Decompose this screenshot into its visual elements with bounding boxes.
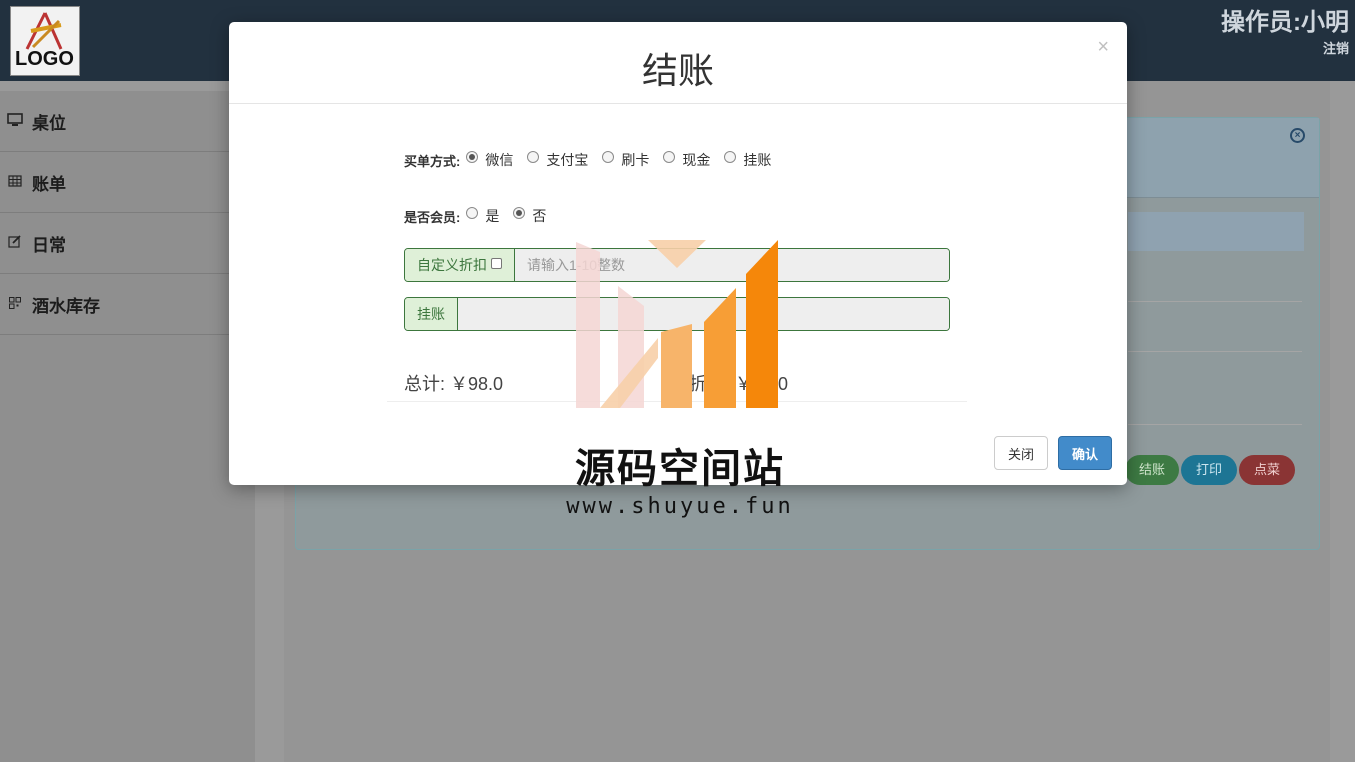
radio-button[interactable] <box>513 207 526 219</box>
sidebar-item-label: 日常 <box>32 235 66 255</box>
table-row-divider <box>1128 424 1302 425</box>
operator-name: 操作员:小明 <box>1221 9 1349 36</box>
close-icon[interactable]: × <box>1097 36 1109 59</box>
payment-option-alipay[interactable]: 支付宝 <box>527 150 588 170</box>
radio-button[interactable] <box>663 151 676 163</box>
compass-icon <box>25 12 63 50</box>
table-header <box>1128 212 1304 251</box>
qrcode-icon <box>6 296 24 312</box>
radio-label: 支付宝 <box>546 152 589 168</box>
sidebar-item-drinks-stock[interactable]: 酒水库存 <box>0 274 255 335</box>
checkout-button[interactable]: 结账 <box>1125 455 1179 485</box>
table-row-divider <box>1128 301 1302 302</box>
radio-button[interactable] <box>466 207 479 219</box>
modal-header: 结账 × <box>229 22 1127 104</box>
confirm-button[interactable]: 确认 <box>1058 436 1112 470</box>
payment-option-credit[interactable]: 挂账 <box>724 150 771 170</box>
monitor-icon <box>6 112 24 130</box>
sidebar-item-label: 账单 <box>32 174 66 194</box>
radio-label: 是 <box>485 208 500 224</box>
discount-checkbox[interactable] <box>491 257 502 269</box>
payment-option-wechat[interactable]: 微信 <box>466 150 513 170</box>
radio-label: 刷卡 <box>621 152 650 168</box>
radio-label: 否 <box>532 208 547 224</box>
payment-option-cash[interactable]: 现金 <box>663 150 710 170</box>
sidebar-item-daily[interactable]: 日常 <box>0 213 255 274</box>
watermark-logo-icon <box>576 240 778 408</box>
member-row: 是否会员: 是 否 <box>404 206 560 226</box>
print-button[interactable]: 打印 <box>1181 455 1237 485</box>
logout-link[interactable]: 注销 <box>1323 38 1349 57</box>
sidebar-item-bills[interactable]: 账单 <box>0 152 255 213</box>
member-option-no[interactable]: 否 <box>513 206 546 226</box>
total-amount: 总计: ￥98.0 <box>404 374 504 394</box>
radio-label: 微信 <box>485 152 514 168</box>
radio-label: 挂账 <box>743 152 772 168</box>
close-button[interactable]: 关闭 <box>994 436 1048 470</box>
table-row-divider <box>1128 351 1302 352</box>
member-label: 是否会员: <box>404 209 461 225</box>
discount-addon: 自定义折扣 <box>405 249 515 281</box>
member-option-yes[interactable]: 是 <box>466 206 499 226</box>
radio-label: 现金 <box>682 152 711 168</box>
watermark-url: www.shuyue.fun <box>566 494 794 519</box>
credit-addon: 挂账 <box>405 298 458 330</box>
payment-method-row: 买单方式: 微信 支付宝 刷卡 现金 挂账 <box>404 150 785 170</box>
sidebar-item-tables[interactable]: 桌位 <box>0 91 255 152</box>
watermark: 源码空间站 www.shuyue.fun <box>560 238 800 528</box>
radio-button[interactable] <box>527 151 540 163</box>
close-circle-icon[interactable]: × <box>1290 128 1305 143</box>
radio-button[interactable] <box>602 151 615 163</box>
sidebar: 桌位 账单 日常 酒水库存 <box>0 91 255 762</box>
discount-addon-label: 自定义折扣 <box>417 257 487 273</box>
modal-title: 结账 <box>641 50 714 91</box>
sidebar-item-label: 酒水库存 <box>32 296 100 316</box>
radio-button[interactable] <box>466 151 479 163</box>
payment-option-card[interactable]: 刷卡 <box>602 150 649 170</box>
table-icon <box>6 174 24 190</box>
radio-button[interactable] <box>724 151 737 163</box>
watermark-title: 源码空间站 <box>575 447 785 491</box>
app-logo[interactable]: LOGO <box>10 6 80 76</box>
order-button[interactable]: 点菜 <box>1239 455 1295 485</box>
payment-method-label: 买单方式: <box>404 153 461 169</box>
sidebar-item-label: 桌位 <box>32 113 66 133</box>
edit-icon <box>6 235 24 251</box>
logo-text: LOGO <box>15 48 74 70</box>
